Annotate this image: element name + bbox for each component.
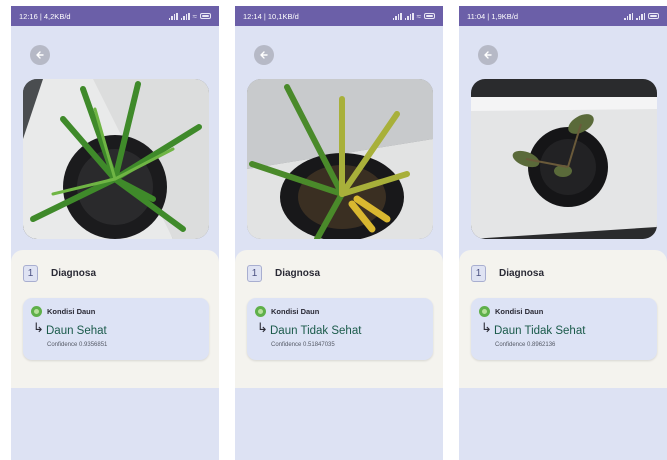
arrow-left-icon (36, 51, 44, 59)
plant-photo (471, 79, 657, 239)
signal-icon (180, 12, 190, 20)
phone-screen-2: 12:14 | 10,1KB/d ≈ 1 Diagnosa Kondisi Da… (235, 6, 443, 460)
status-time: 11:04 | 1,9KB/d (467, 11, 519, 21)
back-button[interactable] (254, 45, 274, 65)
diagnosis-result: Daun Tidak Sehat (270, 325, 362, 337)
signal-icon (636, 12, 645, 20)
phone-screen-3: 11:04 | 1,9KB/d 1 Diagnosa Kondisi Daun … (459, 6, 667, 460)
leaf-condition-card: Kondisi Daun ↳ Daun Tidak Sehat Confiden… (247, 298, 433, 360)
status-bar: 12:14 | 10,1KB/d ≈ (235, 6, 443, 26)
battery-icon (200, 13, 211, 19)
leaf-condition-card: Kondisi Daun ↳ Daun Tidak Sehat Confiden… (471, 298, 657, 360)
section-title: Diagnosa (499, 268, 545, 279)
wifi-icon: ≈ (192, 11, 197, 21)
card-label: Kondisi Daun (495, 307, 544, 316)
section-title: Diagnosa (275, 268, 321, 279)
card-label: Kondisi Daun (271, 307, 320, 316)
signal-icon (404, 12, 414, 20)
return-arrow-icon: ↳ (33, 320, 44, 335)
plant-photo (23, 79, 209, 239)
diagnosis-result: Daun Tidak Sehat (494, 325, 586, 337)
phone-screen-1: 12:16 | 4,2KB/d ≈ 1 Diagnosa Kondisi Dau… (11, 6, 219, 460)
signal-icon (624, 12, 633, 20)
arrow-left-icon (484, 51, 492, 59)
section-title: Diagnosa (51, 268, 97, 279)
status-bar: 11:04 | 1,9KB/d (459, 6, 667, 26)
diagnosis-panel: 1 Diagnosa Kondisi Daun ↳ Daun Tidak Seh… (459, 250, 667, 388)
status-icons (624, 12, 659, 20)
arrow-left-icon (260, 51, 268, 59)
back-button[interactable] (478, 45, 498, 65)
battery-icon (424, 13, 435, 19)
section-number-badge: 1 (23, 265, 38, 282)
card-label: Kondisi Daun (47, 307, 96, 316)
confidence-text: Confidence 0.9356851 (47, 342, 108, 348)
return-arrow-icon: ↳ (481, 320, 492, 335)
section-number-badge: 1 (471, 265, 486, 282)
signal-icon (392, 12, 402, 20)
battery-icon (648, 13, 659, 19)
diagnosis-result: Daun Sehat (46, 325, 107, 337)
signal-icon (168, 12, 178, 20)
leaf-icon (31, 306, 42, 317)
status-time: 12:16 | 4,2KB/d (19, 11, 71, 21)
section-number-badge: 1 (247, 265, 262, 282)
wifi-icon: ≈ (416, 11, 421, 21)
status-icons: ≈ (392, 11, 435, 21)
status-icons: ≈ (168, 11, 211, 21)
diagnosis-panel: 1 Diagnosa Kondisi Daun ↳ Daun Tidak Seh… (235, 250, 443, 388)
leaf-condition-card: Kondisi Daun ↳ Daun Sehat Confidence 0.9… (23, 298, 209, 360)
status-bar: 12:16 | 4,2KB/d ≈ (11, 6, 219, 26)
status-time: 12:14 | 10,1KB/d (243, 11, 299, 21)
confidence-text: Confidence 0.8962136 (495, 342, 556, 348)
leaf-icon (255, 306, 266, 317)
confidence-text: Confidence 0.51847035 (271, 342, 335, 348)
return-arrow-icon: ↳ (257, 320, 268, 335)
diagnosis-panel: 1 Diagnosa Kondisi Daun ↳ Daun Sehat Con… (11, 250, 219, 388)
back-button[interactable] (30, 45, 50, 65)
plant-photo (247, 79, 433, 239)
leaf-icon (479, 306, 490, 317)
